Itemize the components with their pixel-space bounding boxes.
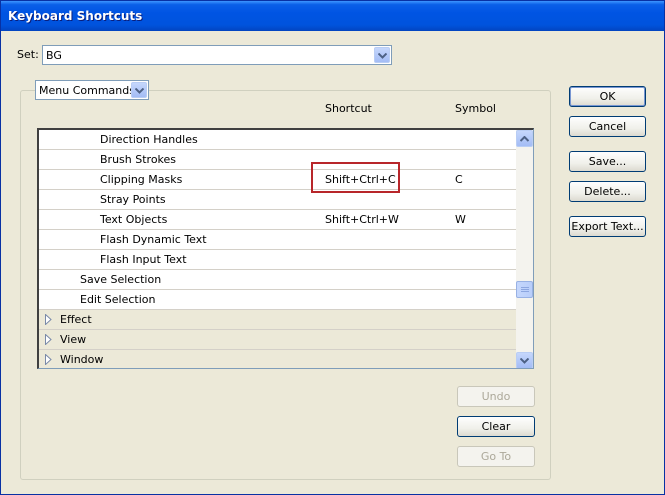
highlight-box: [311, 162, 400, 193]
category-name: Effect: [60, 313, 92, 326]
set-label: Set:: [17, 48, 39, 61]
window-title: Keyboard Shortcuts: [8, 9, 143, 23]
shortcut-list[interactable]: Direction Handles Brush Strokes Clipping…: [37, 128, 534, 369]
vertical-scrollbar[interactable]: [516, 130, 533, 368]
list-item[interactable]: Brush Strokes: [39, 150, 517, 170]
triangle-right-icon[interactable]: [45, 333, 52, 348]
list-item[interactable]: Flash Dynamic Text: [39, 230, 517, 250]
chevron-down-icon[interactable]: [131, 82, 147, 98]
ok-button[interactable]: OK: [569, 86, 646, 107]
list-item[interactable]: Text Objects Shift+Ctrl+W W: [39, 210, 517, 230]
chevron-down-icon[interactable]: [374, 47, 390, 63]
category-value: Menu Commands: [39, 84, 135, 97]
triangle-right-icon[interactable]: [45, 353, 52, 368]
command-name: Direction Handles: [100, 133, 198, 146]
category-row-window[interactable]: Window: [39, 350, 517, 368]
category-name: View: [60, 333, 87, 346]
delete-button[interactable]: Delete...: [569, 181, 646, 202]
undo-button[interactable]: Undo: [457, 386, 535, 407]
list-item[interactable]: Clipping Masks Shift+Ctrl+C C: [39, 170, 517, 190]
arrow-up-icon[interactable]: [516, 130, 533, 147]
list-item[interactable]: Flash Input Text: [39, 250, 517, 270]
command-name: Clipping Masks: [100, 173, 183, 186]
shortcut-value: Shift+Ctrl+W: [325, 213, 399, 226]
set-value: BG: [46, 49, 62, 62]
triangle-right-icon[interactable]: [45, 313, 52, 328]
command-name: Text Objects: [100, 213, 168, 226]
list-item[interactable]: Stray Points: [39, 190, 517, 210]
scrollbar-thumb[interactable]: [516, 281, 533, 298]
category-dropdown[interactable]: Menu Commands: [35, 80, 149, 100]
list-item[interactable]: Save Selection: [39, 270, 517, 290]
save-button[interactable]: Save...: [569, 151, 646, 172]
set-dropdown[interactable]: BG: [42, 45, 392, 65]
category-row-view[interactable]: View: [39, 330, 517, 350]
keyboard-shortcuts-dialog: Keyboard Shortcuts Set: BG Menu Commands…: [0, 0, 665, 495]
title-bar[interactable]: Keyboard Shortcuts: [1, 1, 664, 31]
command-name: Flash Input Text: [100, 253, 187, 266]
symbol-column-header: Symbol: [455, 102, 496, 115]
command-name: Stray Points: [100, 193, 166, 206]
category-name: Window: [60, 353, 104, 366]
list-item[interactable]: Edit Selection: [39, 290, 517, 310]
command-name: Edit Selection: [80, 293, 156, 306]
cancel-button[interactable]: Cancel: [569, 116, 646, 137]
export-text-button[interactable]: Export Text...: [569, 216, 646, 237]
command-name: Save Selection: [80, 273, 162, 286]
arrow-down-icon[interactable]: [516, 352, 533, 368]
category-row-effect[interactable]: Effect: [39, 310, 517, 330]
command-name: Brush Strokes: [100, 153, 177, 166]
shortcut-column-header: Shortcut: [325, 102, 372, 115]
list-item[interactable]: Direction Handles: [39, 130, 517, 150]
symbol-value: W: [455, 213, 466, 226]
go-to-button[interactable]: Go To: [457, 446, 535, 467]
clear-button[interactable]: Clear: [457, 416, 535, 437]
command-name: Flash Dynamic Text: [100, 233, 207, 246]
symbol-value: C: [455, 173, 463, 186]
